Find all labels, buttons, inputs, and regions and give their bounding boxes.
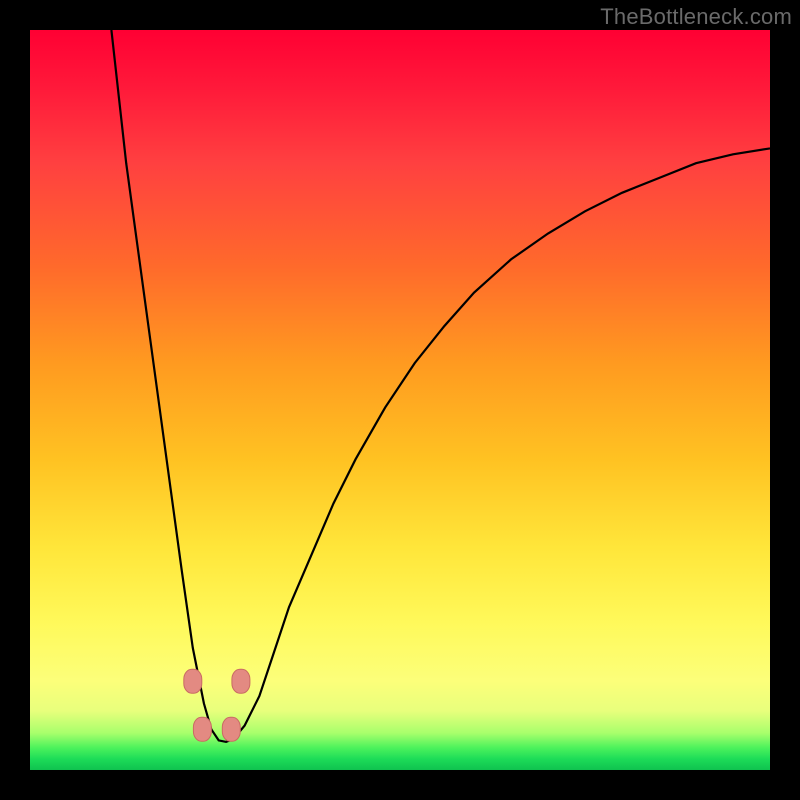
curve-markers	[184, 669, 250, 741]
curve-marker	[232, 669, 250, 693]
bottleneck-curve	[30, 30, 770, 770]
watermark-text: TheBottleneck.com	[600, 4, 792, 30]
chart-frame: TheBottleneck.com	[0, 0, 800, 800]
curve-marker	[193, 717, 211, 741]
curve-marker	[184, 669, 202, 693]
plot-area	[30, 30, 770, 770]
curve-line	[111, 30, 770, 742]
curve-marker	[222, 717, 240, 741]
